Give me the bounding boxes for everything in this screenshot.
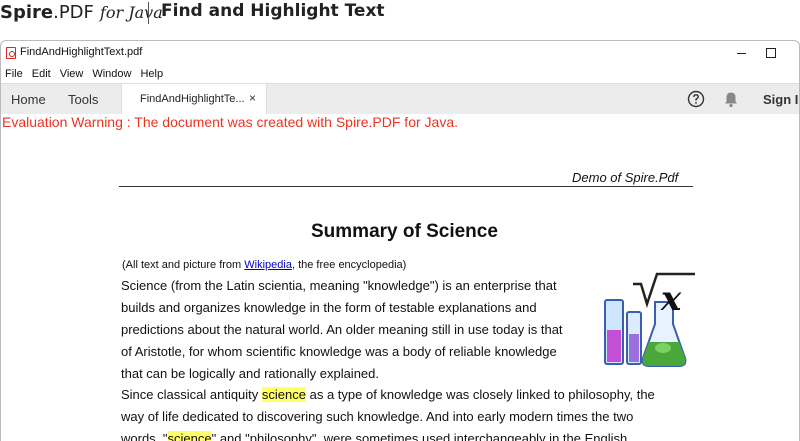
- body-line: Since classical antiquity science as a t…: [121, 387, 655, 402]
- close-icon[interactable]: ×: [249, 91, 256, 105]
- pdf-viewer-window: FindAndHighlightText.pdf File Edit View …: [0, 40, 800, 441]
- tab-tools[interactable]: Tools: [68, 92, 98, 107]
- science-flask-image: x: [604, 272, 695, 367]
- help-icon[interactable]: [687, 90, 705, 108]
- maximize-button[interactable]: [766, 48, 776, 58]
- math-x-label: x: [660, 279, 682, 319]
- brand-pdf: .PDF: [53, 2, 94, 23]
- body-line: Science (from the Latin scientia, meanin…: [121, 278, 557, 293]
- bell-icon[interactable]: [723, 91, 739, 108]
- tab-document[interactable]: FindAndHighlightTe... ×: [121, 84, 267, 116]
- page-header-text: Demo of Spire.Pdf: [572, 170, 679, 185]
- source-suffix: , the free encyclopedia): [291, 259, 407, 271]
- brand-for-java: for Java: [99, 3, 163, 22]
- sign-in-button[interactable]: Sign I: [763, 92, 798, 107]
- tab-document-label: FindAndHighlightTe...: [140, 93, 245, 105]
- window-title: FindAndHighlightText.pdf: [20, 46, 143, 58]
- source-prefix: (All text and picture from: [122, 259, 245, 271]
- document-title: Summary of Science: [311, 221, 498, 242]
- text-run: Since classical antiquity: [121, 387, 262, 402]
- pdf-page: Evaluation Warning : The document was cr…: [1, 114, 799, 441]
- source-line: (All text and picture from Wikipedia, th…: [122, 259, 406, 271]
- banner-divider: [148, 2, 149, 24]
- menu-bar: File Edit View Window Help: [1, 65, 799, 83]
- body-line: way of life dedicated to discovering suc…: [121, 409, 634, 424]
- header-rule: [119, 186, 693, 187]
- title-bar: FindAndHighlightText.pdf: [1, 41, 799, 65]
- minimize-button[interactable]: [734, 45, 750, 61]
- spire-pdf-logo: Spire .PDF for Java: [0, 2, 163, 23]
- pdf-file-icon: [6, 47, 16, 59]
- body-line: builds and organizes knowledge in the fo…: [121, 300, 537, 315]
- body-line: that can be logically and rationally exp…: [121, 366, 380, 381]
- tab-bar: Home Tools FindAndHighlightTe... × Sign …: [1, 83, 799, 116]
- search-highlight: science: [261, 387, 306, 402]
- app-banner: Spire .PDF for Java Find and Highlight Tex…: [0, 0, 800, 40]
- tab-home[interactable]: Home: [11, 92, 46, 107]
- menu-file[interactable]: File: [1, 65, 28, 83]
- text-run: as a type of knowledge was closely linke…: [305, 387, 655, 402]
- banner-title: Find and Highlight Text: [161, 1, 385, 21]
- wikipedia-link[interactable]: Wikipedia: [244, 259, 292, 271]
- menu-help[interactable]: Help: [136, 65, 168, 83]
- menu-window[interactable]: Window: [88, 65, 136, 83]
- body-line: predictions about the natural world. An …: [121, 322, 563, 337]
- brand-spire: Spire: [0, 2, 54, 23]
- body-line: of Aristotle, for whom scientific knowle…: [121, 344, 557, 359]
- evaluation-warning: Evaluation Warning : The document was cr…: [2, 114, 458, 130]
- menu-edit[interactable]: Edit: [28, 65, 56, 83]
- menu-view[interactable]: View: [56, 65, 89, 83]
